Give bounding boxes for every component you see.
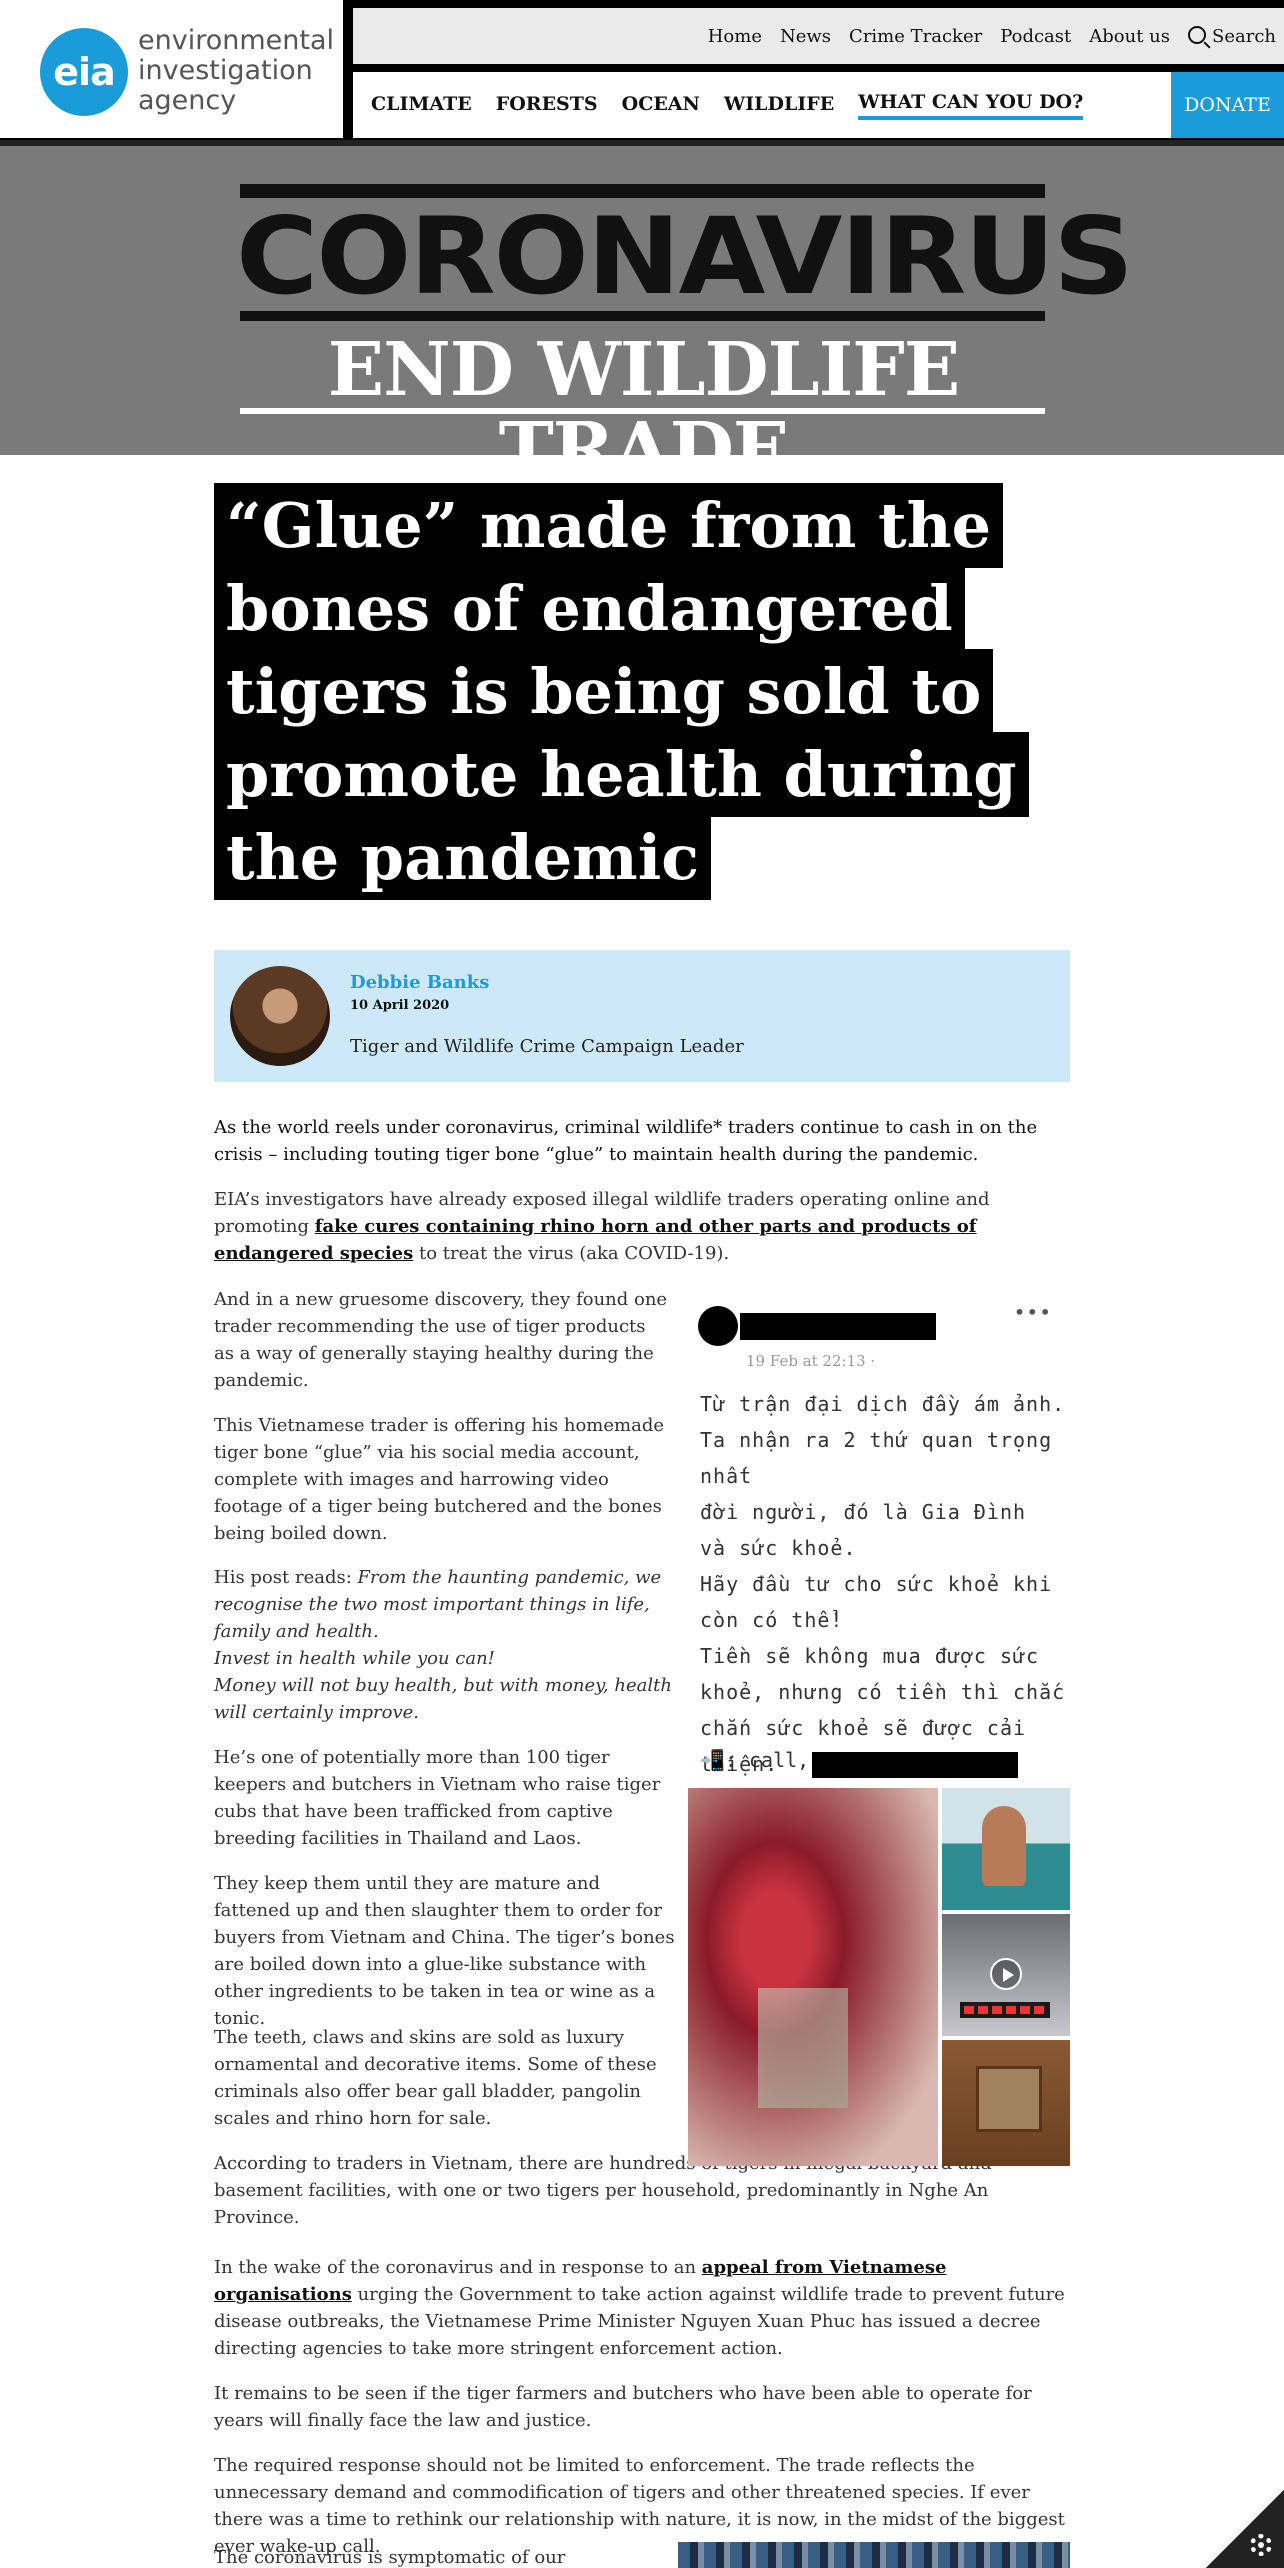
post-text: Từ trận đại dịch đầy ám ảnh. Ta nhận ra … (700, 1386, 1070, 1782)
top-nav: Home News Crime Tracker Podcast About us… (353, 8, 1284, 64)
main-nav: CLIMATE FORESTS OCEAN WILDLIFE WHAT CAN … (353, 72, 1171, 138)
social-media-post: ••• 19 Feb at 22:13 · Từ trận đại dịch đ… (688, 1286, 1070, 2166)
logo-line: investigation (138, 55, 313, 86)
post-call-line: 📲: call, (700, 1748, 810, 1772)
trader-photo-thumbnail[interactable] (942, 1788, 1070, 1910)
post-line: chắn sức khoẻ sẽ được cải (700, 1716, 1027, 1740)
video-thumbnail[interactable] (942, 1914, 1070, 2036)
cookie-settings-button[interactable] (1206, 2490, 1284, 2568)
tiger-meat-photo[interactable] (688, 1788, 938, 2166)
redacted-name (740, 1313, 936, 1340)
banner-rule (240, 311, 1045, 321)
article-paragraph: This Vietnamese trader is offering his h… (214, 1415, 664, 1544)
banner-title: CORONAVIRUS (236, 195, 1134, 319)
article-paragraph: He’s one of potentially more than 100 ti… (214, 1747, 661, 1849)
article-paragraph: And in a new gruesome discovery, they fo… (214, 1289, 668, 1391)
paragraph-text: In the wake of the coronavirus and in re… (214, 2257, 702, 2278)
search-icon (1188, 25, 1206, 44)
post-line: Từ trận đại dịch đầy ám ảnh. (700, 1392, 1066, 1416)
article-title: “Glue” made from the bones of endangered… (214, 483, 1074, 900)
article-title-block: “Glue” made from the bones of endangered… (214, 483, 1074, 900)
publish-date: 10 April 2020 (350, 998, 450, 1013)
nav-ocean[interactable]: OCEAN (622, 93, 700, 118)
paragraph-text: to treat the virus (aka COVID-19). (413, 1243, 730, 1264)
nav-about-us[interactable]: About us (1089, 26, 1170, 47)
nav-crime-tracker[interactable]: Crime Tracker (849, 26, 982, 47)
author-avatar (230, 966, 330, 1066)
logo-line: environmental (138, 25, 335, 56)
author-name[interactable]: Debbie Banks (350, 972, 489, 993)
banner-rule (240, 408, 1045, 414)
post-line: Hãy đầu tư cho sức khoẻ khi (700, 1572, 1053, 1596)
nav-wildlife[interactable]: WILDLIFE (724, 93, 834, 118)
paragraph-text: His post reads: (214, 1567, 358, 1588)
redacted-phone (812, 1752, 1018, 1778)
logo-wordmark: environmental investigation agency (138, 26, 334, 116)
article-paragraph: It remains to be seen if the tiger farme… (214, 2383, 1032, 2431)
article-paragraph: In the wake of the coronavirus and in re… (214, 2254, 1070, 2362)
gear-icon (1250, 2534, 1272, 2556)
search-button[interactable]: Search (1188, 25, 1276, 47)
nav-home[interactable]: Home (708, 26, 762, 47)
post-quote: Invest in health while you can! (214, 1648, 495, 1669)
more-options-icon[interactable]: ••• (1014, 1300, 1052, 1324)
article-paragraph: EIA’s investigators have already exposed… (214, 1186, 1070, 1267)
post-quote: Money will not buy health, but with mone… (214, 1675, 672, 1723)
article-paragraph: They keep them until they are mature and… (214, 1873, 675, 2029)
logo-mark: eia (40, 28, 128, 116)
play-icon[interactable] (990, 1958, 1022, 1990)
nav-what-can-you-do[interactable]: WHAT CAN YOU DO? (858, 91, 1084, 120)
article-paragraph: The coronavirus is symptomatic of our bi… (214, 2547, 566, 2568)
nav-news[interactable]: News (780, 26, 831, 47)
article-image[interactable] (678, 2542, 1070, 2568)
article-title-text: “Glue” made from the bones of endangered… (214, 483, 1029, 900)
donate-button[interactable]: DONATE (1171, 72, 1284, 138)
nav-podcast[interactable]: Podcast (1000, 26, 1071, 47)
article-lead: As the world reels under coronavirus, cr… (214, 1117, 1038, 1165)
post-line: Ta nhận ra 2 thứ quan trọng nhất (700, 1428, 1053, 1488)
post-line: đời người, đó là Gia Đình (700, 1500, 1027, 1524)
post-avatar (698, 1306, 738, 1346)
post-line: còn có thể! (700, 1608, 844, 1632)
post-line: khoẻ, nhưng có tiền thì chắc (700, 1680, 1066, 1704)
author-role: Tiger and Wildlife Crime Campaign Leader (350, 1036, 744, 1057)
hero-banner: CORONAVIRUS END WILDLIFE TRADE (0, 140, 1284, 490)
product-box-thumbnail[interactable] (942, 2040, 1070, 2166)
search-label: Search (1212, 25, 1276, 47)
post-line: và sức khoẻ. (700, 1536, 857, 1560)
nav-climate[interactable]: CLIMATE (371, 93, 472, 118)
site-header: eia environmental investigation agency H… (0, 0, 1284, 140)
post-date: 19 Feb at 22:13 · (746, 1352, 876, 1370)
logo[interactable]: eia environmental investigation agency (0, 0, 343, 138)
post-line: Tiền sẽ không mua được sức (700, 1644, 1040, 1668)
nav-forests[interactable]: FORESTS (496, 93, 598, 118)
author-card: Debbie Banks 10 April 2020 Tiger and Wil… (214, 950, 1070, 1082)
article-paragraph: The teeth, claws and skins are sold as l… (214, 2027, 657, 2129)
logo-line: agency (138, 85, 237, 116)
scale-display (960, 2002, 1050, 2018)
article-paragraph: His post reads: From the haunting pandem… (214, 1564, 676, 1726)
